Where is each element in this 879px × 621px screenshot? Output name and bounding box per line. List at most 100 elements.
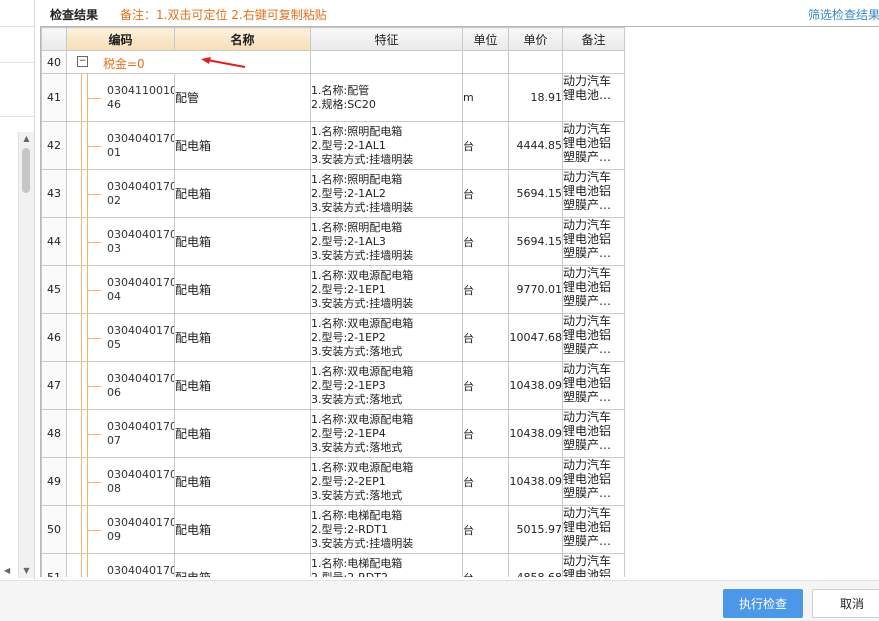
item-name[interactable]: 配电箱 [174,409,311,458]
vertical-scrollbar[interactable]: ▲ ▼ [18,132,34,578]
remark-line: 锂电池铝 [563,280,612,294]
code-cell[interactable]: 030411001046 [66,73,175,122]
table-row[interactable]: 50 030404017009 配电箱 1.名称:电梯配电箱 2.型号:2-RDT1 3.… [41,505,625,554]
col-header-code[interactable]: 编码 [66,27,175,51]
item-remark[interactable]: 动力汽车锂电池铝塑膜产… [562,409,625,458]
scroll-down-icon[interactable]: ▼ [19,564,34,578]
item-feature[interactable]: 1.名称:双电源配电箱 2.型号:2-2EP1 3.安装方式:落地式 [310,457,463,506]
filter-results-link[interactable]: 筛选检查结果 [808,6,879,23]
item-price[interactable]: 10438.09 [508,457,563,506]
item-unit[interactable]: 台 [462,409,509,458]
item-name[interactable]: 配电箱 [174,457,311,506]
table-row[interactable]: 47 030404017006 配电箱 1.名称:双电源配电箱 2.型号:2-1EP3 3… [41,361,625,410]
item-remark[interactable]: 动力汽车锂电池铝塑膜产… [562,217,625,266]
col-header-feature[interactable]: 特征 [310,27,463,51]
item-feature[interactable]: 1.名称:双电源配电箱 2.型号:2-1EP4 3.安装方式:落地式 [310,409,463,458]
remark-line: 塑膜产… [563,390,612,404]
item-unit[interactable]: 台 [462,361,509,410]
code-cell[interactable]: 030404017003 [66,217,175,266]
table-row[interactable]: 49 030404017008 配电箱 1.名称:双电源配电箱 2.型号:2-2EP1 3… [41,457,625,506]
item-name[interactable]: 配电箱 [174,217,311,266]
item-unit[interactable]: 台 [462,217,509,266]
remark-line: 锂电池铝 [563,328,612,342]
table-row[interactable]: 45 030404017004 配电箱 1.名称:双电源配电箱 2.型号:2-1EP1 3… [41,265,625,314]
item-unit[interactable]: 台 [462,505,509,554]
tree-line [81,458,82,505]
code-cell[interactable]: 030404017005 [66,313,175,362]
item-name[interactable]: 配电箱 [174,553,311,577]
item-unit[interactable]: 台 [462,265,509,314]
code-cell[interactable]: 030404017002 [66,169,175,218]
scroll-up-icon[interactable]: ▲ [19,132,34,146]
item-unit[interactable]: 台 [462,553,509,577]
code-cell[interactable]: 030404017008 [66,457,175,506]
item-price[interactable]: 5694.15 [508,169,563,218]
item-remark[interactable]: 动力汽车锂电池铝塑膜产… [562,505,625,554]
item-unit[interactable]: 台 [462,169,509,218]
col-header-remark[interactable]: 备注 [562,27,625,51]
item-remark[interactable]: 动力汽车 锂电池… [562,73,625,122]
table-row[interactable]: 41 030411001046 配管 1.名称:配管 2.规格:SC20 m 18.91 动力… [41,73,625,122]
item-unit[interactable]: 台 [462,457,509,506]
table-row[interactable]: 42 030404017001 配电箱 1.名称:照明配电箱 2.型号:2-1AL1 3.… [41,121,625,170]
item-feature[interactable]: 1.名称:双电源配电箱 2.型号:2-1EP2 3.安装方式:落地式 [310,313,463,362]
code-cell[interactable]: 030404017006 [66,361,175,410]
code-cell[interactable]: 030404017007 [66,409,175,458]
item-price[interactable]: 10438.09 [508,361,563,410]
run-check-button[interactable]: 执行检查 [723,589,803,618]
scroll-left-icon[interactable]: ◀ [4,566,10,575]
item-unit[interactable]: m [462,73,509,122]
cancel-button[interactable]: 取消 [812,589,879,618]
item-remark[interactable]: 动力汽车锂电池铝塑膜产… [562,313,625,362]
item-feature[interactable]: 1.名称:电梯配电箱2.型号:2-RDT23.安装方式:挂墙明装 [310,553,463,577]
item-feature[interactable]: 1.名称:照明配电箱 2.型号:2-1AL1 3.安装方式:挂墙明装 [310,121,463,170]
item-feature[interactable]: 1.名称:配管 2.规格:SC20 [310,73,463,122]
table-row[interactable]: 51 030404017010配电箱1.名称:电梯配电箱2.型号:2-RDT23.… [41,553,625,577]
item-name[interactable]: 配电箱 [174,169,311,218]
item-price[interactable]: 10438.09 [508,409,563,458]
item-price[interactable]: 10047.68 [508,313,563,362]
item-feature[interactable]: 1.名称:双电源配电箱 2.型号:2-1EP1 3.安装方式:挂墙明装 [310,265,463,314]
item-remark[interactable]: 动力汽车锂电池铝塑膜产… [562,457,625,506]
table-row[interactable]: 43 030404017002 配电箱 1.名称:照明配电箱 2.型号:2-1AL2 3.… [41,169,625,218]
item-price[interactable]: 18.91 [508,73,563,122]
code-cell[interactable]: 030404017004 [66,265,175,314]
item-code: 030404017007 [107,419,175,447]
table-row[interactable]: 44 030404017003 配电箱 1.名称:照明配电箱 2.型号:2-1AL3 3.… [41,217,625,266]
table-row[interactable]: 48 030404017007 配电箱 1.名称:双电源配电箱 2.型号:2-1EP4 3… [41,409,625,458]
item-price[interactable]: 9770.01 [508,265,563,314]
item-remark[interactable]: 动力汽车锂电池铝塑膜产… [562,169,625,218]
table-row[interactable]: 46 030404017005 配电箱 1.名称:双电源配电箱 2.型号:2-1EP2 3… [41,313,625,362]
item-feature[interactable]: 1.名称:照明配电箱 2.型号:2-1AL2 3.安装方式:挂墙明装 [310,169,463,218]
item-unit[interactable]: 台 [462,121,509,170]
item-price[interactable]: 5694.15 [508,217,563,266]
scrollbar-thumb[interactable] [22,148,30,193]
item-feature[interactable]: 1.名称:电梯配电箱 2.型号:2-RDT1 3.安装方式:挂墙明装 [310,505,463,554]
item-name[interactable]: 配电箱 [174,121,311,170]
group-row[interactable]: 40 − 税金=0 [41,50,625,74]
item-price[interactable]: 4858.68 [508,553,563,577]
item-price[interactable]: 4444.85 [508,121,563,170]
group-cell[interactable]: − 税金=0 [66,50,311,74]
item-name[interactable]: 配电箱 [174,313,311,362]
item-remark[interactable]: 动力汽车锂电池铝塑膜产… [562,121,625,170]
item-remark[interactable]: 动力汽车锂电池铝塑膜产… [562,361,625,410]
item-unit[interactable]: 台 [462,313,509,362]
item-feature[interactable]: 1.名称:照明配电箱 2.型号:2-1AL3 3.安装方式:挂墙明装 [310,217,463,266]
collapse-icon[interactable]: − [77,56,88,67]
item-name[interactable]: 配管 [174,73,311,122]
item-price[interactable]: 5015.97 [508,505,563,554]
item-remark[interactable]: 动力汽车锂电池铝塑膜产… [562,265,625,314]
item-remark[interactable]: 动力汽车锂电池铝塑膜产… [562,553,625,577]
col-header-unit[interactable]: 单位 [462,27,509,51]
item-name[interactable]: 配电箱 [174,361,311,410]
col-header-name[interactable]: 名称 [174,27,311,51]
item-code: 030404017009 [107,515,175,543]
item-feature[interactable]: 1.名称:双电源配电箱 2.型号:2-1EP3 3.安装方式:落地式 [310,361,463,410]
col-header-price[interactable]: 单价 [508,27,563,51]
code-cell[interactable]: 030404017001 [66,121,175,170]
item-name[interactable]: 配电箱 [174,505,311,554]
item-name[interactable]: 配电箱 [174,265,311,314]
code-cell[interactable]: 030404017010 [66,553,175,577]
code-cell[interactable]: 030404017009 [66,505,175,554]
